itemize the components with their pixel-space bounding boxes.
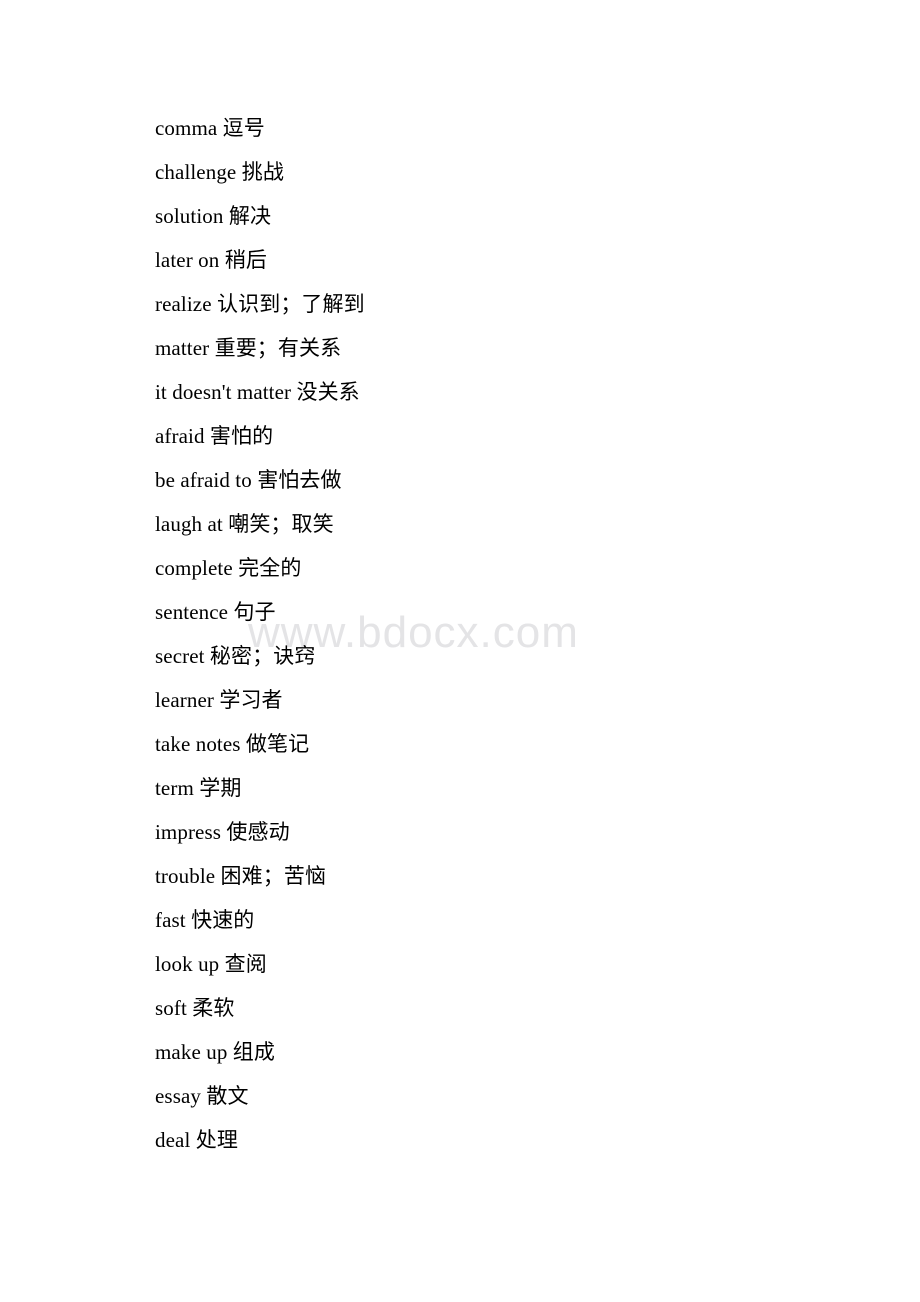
vocab-gloss: 学期 <box>199 776 242 800</box>
vocab-gloss: 组成 <box>232 1040 275 1064</box>
vocab-gloss: 做笔记 <box>245 732 310 756</box>
vocab-gloss: 句子 <box>233 600 276 624</box>
vocab-term: challenge <box>155 160 237 184</box>
vocab-term: impress <box>155 820 222 844</box>
vocab-gloss: 使感动 <box>226 820 290 844</box>
vocab-line: afraid 害怕的 <box>155 414 855 458</box>
vocab-line: trouble 困难；苦恼 <box>155 854 855 898</box>
vocab-term: afraid <box>155 424 205 448</box>
vocab-gloss: 困难；苦恼 <box>220 864 327 888</box>
vocab-gloss: 学习者 <box>219 688 283 712</box>
document-page: www.bdocx.com comma 逗号 challenge 挑战 soluti… <box>0 0 920 1302</box>
vocab-term: solution <box>155 204 224 228</box>
vocab-term: matter <box>155 336 210 360</box>
vocab-line: soft 柔软 <box>155 986 855 1030</box>
vocab-gloss: 查阅 <box>224 952 267 976</box>
vocab-gloss: 害怕去做 <box>257 468 342 492</box>
vocab-line: fast 快速的 <box>155 898 855 942</box>
vocab-line: realize 认识到；了解到 <box>155 282 855 326</box>
vocab-gloss: 柔软 <box>192 996 235 1020</box>
vocab-line: matter 重要；有关系 <box>155 326 855 370</box>
vocab-line: deal 处理 <box>155 1118 855 1162</box>
vocab-gloss: 认识到；了解到 <box>217 292 365 316</box>
vocab-line: take notes 做笔记 <box>155 722 855 766</box>
vocab-line: term 学期 <box>155 766 855 810</box>
vocabulary-list: comma 逗号 challenge 挑战 solution 解决 later on … <box>155 106 855 1162</box>
vocab-line: laugh at 嘲笑；取笑 <box>155 502 855 546</box>
vocab-term: soft <box>155 996 187 1020</box>
vocab-gloss: 挑战 <box>241 160 284 184</box>
vocab-term: comma <box>155 116 218 140</box>
vocab-line: it doesn't matter 没关系 <box>155 370 855 414</box>
vocab-term: secret <box>155 644 205 668</box>
vocab-line: be afraid to 害怕去做 <box>155 458 855 502</box>
vocab-line: complete 完全的 <box>155 546 855 590</box>
vocab-gloss: 嘲笑；取笑 <box>228 512 334 536</box>
vocab-term: fast <box>155 908 186 932</box>
vocab-line: solution 解决 <box>155 194 855 238</box>
vocab-term: complete <box>155 556 233 580</box>
vocab-line: essay 散文 <box>155 1074 855 1118</box>
vocab-line: challenge 挑战 <box>155 150 855 194</box>
vocab-term: laugh at <box>155 512 223 536</box>
vocab-gloss: 处理 <box>195 1128 238 1152</box>
vocab-term: be afraid to <box>155 468 252 492</box>
vocab-gloss: 害怕的 <box>209 424 274 448</box>
vocab-gloss: 散文 <box>206 1084 249 1108</box>
vocab-gloss: 完全的 <box>238 556 302 580</box>
vocab-term: sentence <box>155 600 229 624</box>
vocab-gloss: 解决 <box>228 204 272 228</box>
vocab-gloss: 逗号 <box>222 116 265 140</box>
vocab-line: later on 稍后 <box>155 238 855 282</box>
vocab-term: essay <box>155 1084 201 1108</box>
vocab-line: make up 组成 <box>155 1030 855 1074</box>
vocab-gloss: 稍后 <box>224 248 267 272</box>
vocab-term: deal <box>155 1128 191 1152</box>
vocab-line: comma 逗号 <box>155 106 855 150</box>
vocab-line: look up 查阅 <box>155 942 855 986</box>
vocab-term: later on <box>155 248 220 272</box>
vocab-line: impress 使感动 <box>155 810 855 854</box>
vocab-gloss: 秘密；诀窍 <box>209 644 316 668</box>
vocab-line: sentence 句子 <box>155 590 855 634</box>
vocab-term: look up <box>155 952 220 976</box>
vocab-term: learner <box>155 688 214 712</box>
vocab-term: trouble <box>155 864 216 888</box>
vocab-line: learner 学习者 <box>155 678 855 722</box>
vocab-gloss: 重要；有关系 <box>214 336 342 360</box>
vocab-term: realize <box>155 292 212 316</box>
vocab-gloss: 没关系 <box>296 380 360 404</box>
vocab-gloss: 快速的 <box>191 908 255 932</box>
vocab-term: make up <box>155 1040 228 1064</box>
vocab-term: take notes <box>155 732 241 756</box>
vocab-term: it doesn't matter <box>155 380 292 404</box>
vocab-term: term <box>155 776 194 800</box>
vocab-line: secret 秘密；诀窍 <box>155 634 855 678</box>
